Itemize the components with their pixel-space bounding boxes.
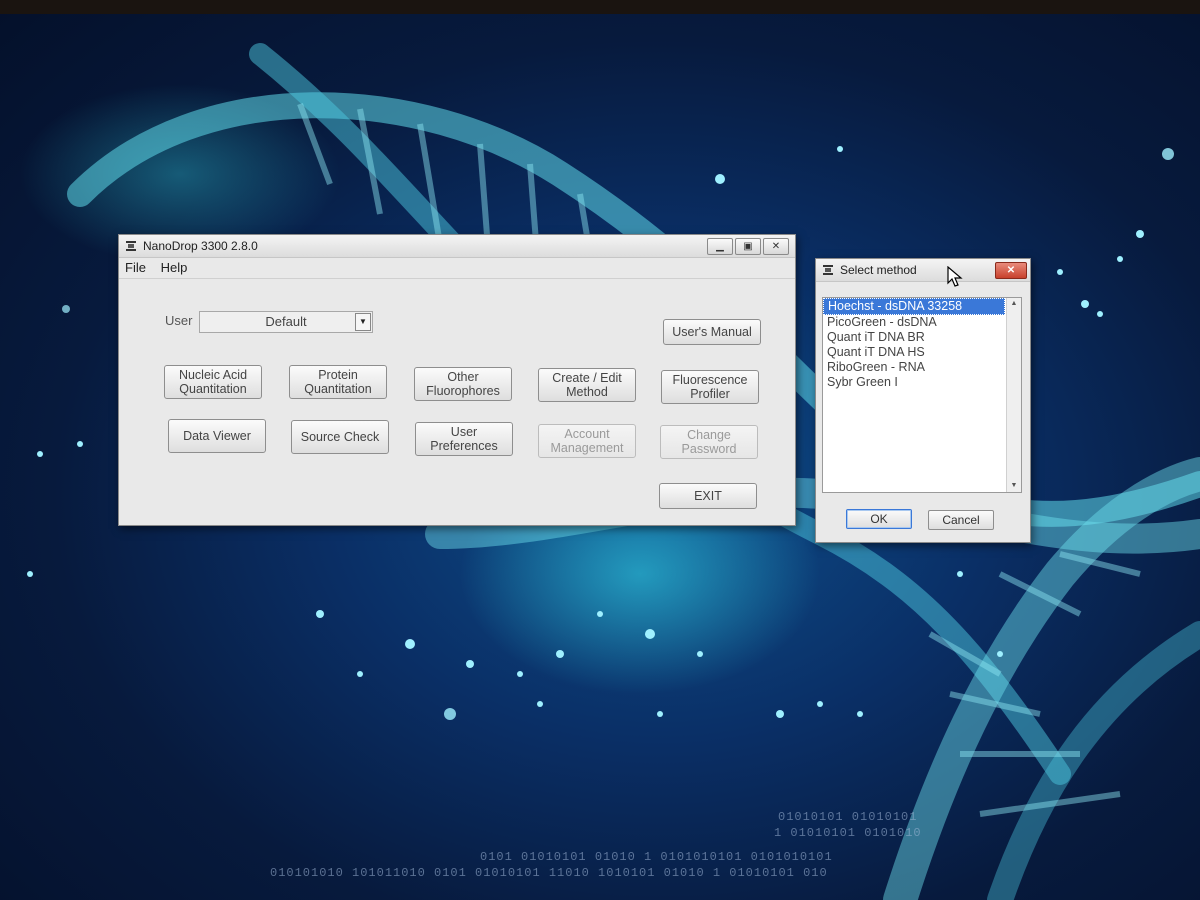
scroll-up-icon[interactable]: ▲ [1007,298,1021,310]
user-label: User [165,313,193,328]
method-list-item[interactable]: Quant iT DNA HS [823,345,1021,360]
user-select[interactable]: Default ▼ [199,311,373,333]
source-check-button[interactable]: Source Check [291,420,389,454]
method-list-item[interactable]: Quant iT DNA BR [823,330,1021,345]
listbox-scrollbar[interactable]: ▲ ▼ [1006,298,1021,492]
scroll-down-icon[interactable]: ▼ [1007,480,1021,492]
user-select-value: Default [265,314,307,329]
nucleic-acid-quantitation-button[interactable]: Nucleic Acid Quantitation [164,365,262,399]
close-button[interactable]: ✕ [763,238,789,255]
method-list-item[interactable]: RiboGreen - RNA [823,360,1021,375]
chevron-down-icon[interactable]: ▼ [355,313,371,331]
nanodrop-main-window: NanoDrop 3300 2.8.0 ▁ ▣ ✕ File Help User… [118,234,796,526]
binary-text-line: 01010101 01010101 [778,810,918,824]
binary-text-line: 010101010 101011010 0101 01010101 11010 … [270,866,828,880]
nanodrop-app-icon [126,241,136,251]
method-listbox[interactable]: Hoechst - dsDNA 33258 PicoGreen - dsDNA … [822,297,1022,493]
account-management-button: Account Management [538,424,636,458]
mouse-cursor-icon [947,266,963,287]
select-method-dialog: Select method ✕ Hoechst - dsDNA 33258 Pi… [815,258,1031,543]
menu-bar: File Help [119,258,795,279]
cancel-button[interactable]: Cancel [928,510,994,530]
protein-quantitation-button[interactable]: Protein Quantitation [289,365,387,399]
main-window-title: NanoDrop 3300 2.8.0 [143,239,258,253]
binary-text-line: 1 01010101 0101010 [774,826,922,840]
binary-text-line: 0101 01010101 01010 1 0101010101 0101010… [480,850,833,864]
change-password-button: Change Password [660,425,758,459]
user-preferences-button[interactable]: User Preferences [415,422,513,456]
minimize-button[interactable]: ▁ [707,238,733,255]
method-list-item[interactable]: Hoechst - dsDNA 33258 [823,298,1005,315]
nanodrop-app-icon [823,265,833,275]
create-edit-method-button[interactable]: Create / Edit Method [538,368,636,402]
exit-button[interactable]: EXIT [659,483,757,509]
dialog-close-button[interactable]: ✕ [995,262,1027,279]
other-fluorophores-button[interactable]: Other Fluorophores [414,367,512,401]
method-list-item[interactable]: Sybr Green I [823,375,1021,390]
ok-button[interactable]: OK [846,509,912,529]
method-list-item[interactable]: PicoGreen - dsDNA [823,315,1021,330]
menu-help[interactable]: Help [155,258,193,275]
maximize-button[interactable]: ▣ [735,238,761,255]
data-viewer-button[interactable]: Data Viewer [168,419,266,453]
fluorescence-profiler-button[interactable]: Fluorescence Profiler [661,370,759,404]
menu-file[interactable]: File [119,258,151,275]
users-manual-button[interactable]: User's Manual [663,319,761,345]
dialog-titlebar[interactable]: Select method ✕ [816,259,1030,282]
main-titlebar[interactable]: NanoDrop 3300 2.8.0 ▁ ▣ ✕ [119,235,795,258]
dialog-title: Select method [840,263,917,277]
monitor-bezel [0,0,1200,14]
